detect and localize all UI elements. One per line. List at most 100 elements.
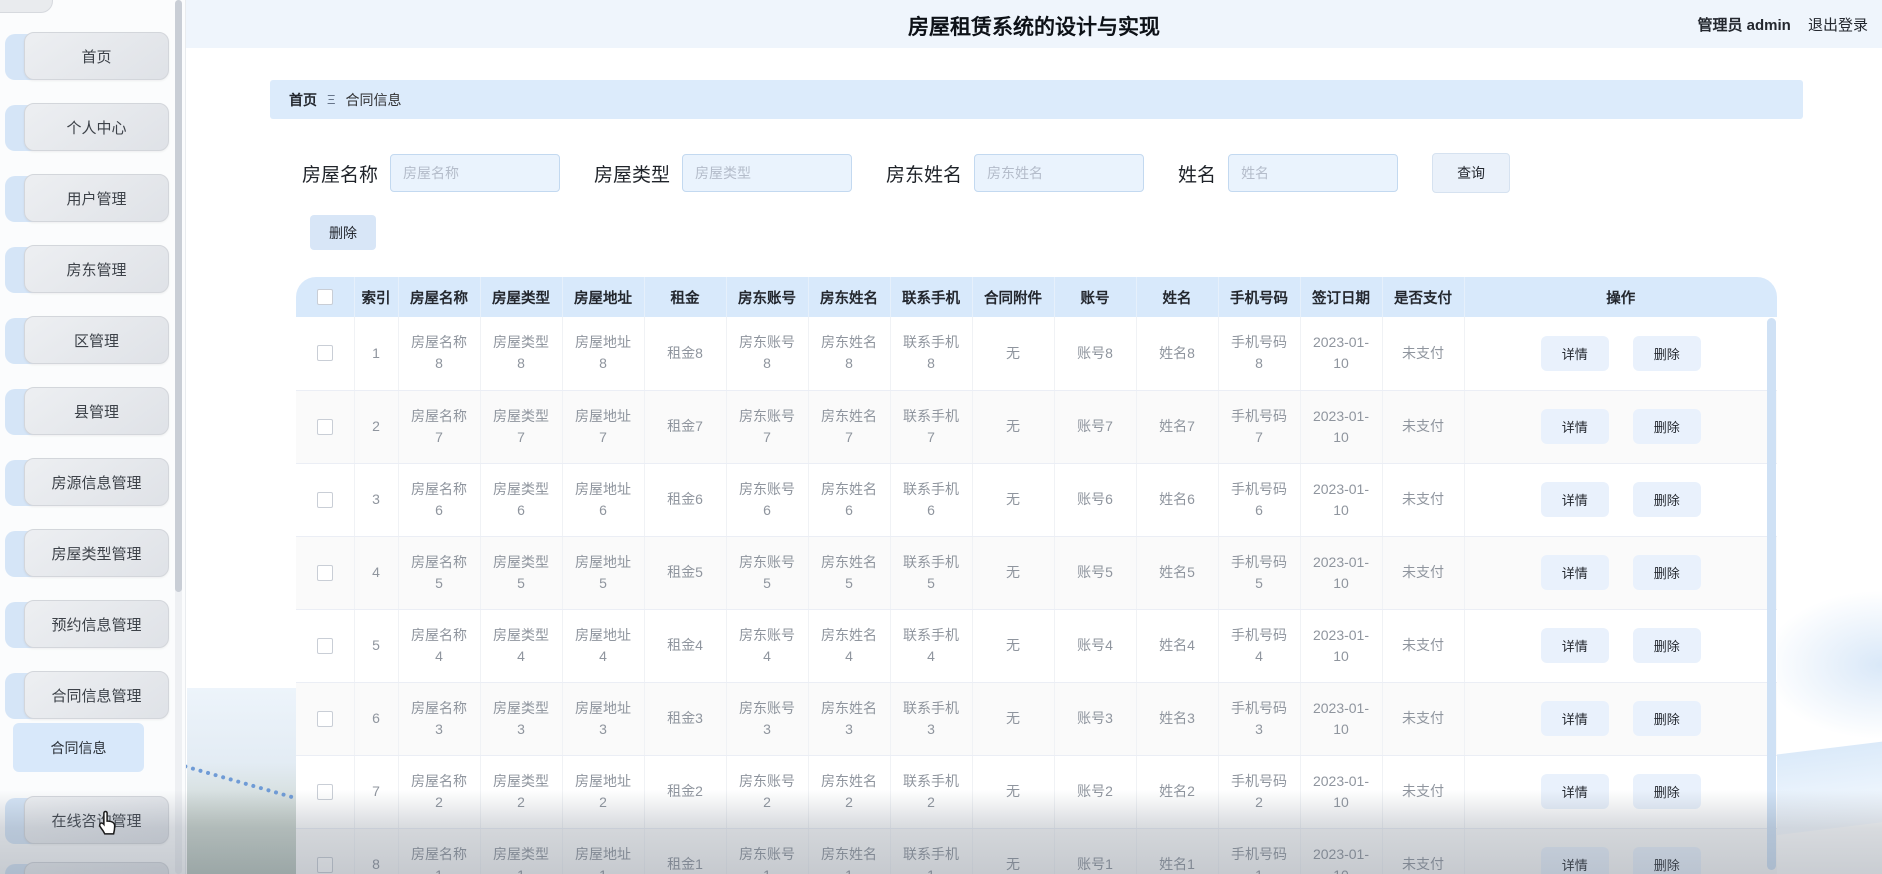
delete-row-button[interactable]: 删除 (1633, 774, 1701, 809)
delete-row-button[interactable]: 删除 (1633, 336, 1701, 371)
sidebar-item[interactable]: 用户管理 (24, 174, 169, 222)
table-cell: 联系手机5 (890, 536, 972, 609)
sidebar: 首页个人中心用户管理房东管理区管理县管理房源信息管理房屋类型管理预约信息管理合同… (0, 0, 186, 874)
detail-button[interactable]: 详情 (1541, 555, 1609, 590)
filter-input[interactable] (390, 154, 560, 192)
table-cell: 账号2 (1054, 755, 1136, 828)
table-cell: 手机号码3 (1218, 682, 1300, 755)
table-cell: 房屋类型1 (480, 828, 562, 874)
select-all-checkbox[interactable] (317, 289, 333, 305)
table-cell: 房屋名称4 (398, 609, 480, 682)
sidebar-subitem-active[interactable]: 合同信息 (13, 723, 144, 772)
sidebar-item[interactable]: 在线咨询管理 (24, 796, 169, 844)
sidebar-item-label: 在线咨询管理 (24, 796, 169, 844)
row-select-checkbox[interactable] (317, 638, 333, 654)
sidebar-item-label: 合同信息管理 (24, 671, 169, 719)
delete-row-button[interactable]: 删除 (1633, 847, 1701, 874)
delete-row-button[interactable]: 删除 (1633, 701, 1701, 736)
detail-button[interactable]: 详情 (1541, 482, 1609, 517)
table-cell: 房屋名称7 (398, 390, 480, 463)
row-select-checkbox[interactable] (317, 492, 333, 508)
table-row: 2房屋名称7房屋类型7房屋地址7租金7房东账号7房东姓名7联系手机7无账号7姓名… (296, 390, 1777, 463)
table-cell: 房屋名称3 (398, 682, 480, 755)
row-select-checkbox[interactable] (317, 565, 333, 581)
table-scrollbar-thumb[interactable] (1767, 318, 1776, 870)
row-actions-cell: 详情删除 (1464, 536, 1777, 609)
contracts-table: 索引房屋名称房屋类型房屋地址租金房东账号房东姓名联系手机合同附件账号姓名手机号码… (296, 277, 1777, 874)
filter-input[interactable] (1228, 154, 1398, 192)
filter-field: 房东姓名 (886, 154, 1144, 192)
sidebar-item[interactable]: 合同信息管理 (24, 671, 169, 719)
sidebar-item[interactable]: 个人中心 (24, 103, 169, 151)
detail-button[interactable]: 详情 (1541, 409, 1609, 444)
table-cell: 联系手机3 (890, 682, 972, 755)
table-cell: 2023-01-10 (1300, 682, 1382, 755)
delete-row-button[interactable]: 删除 (1633, 482, 1701, 517)
row-select-checkbox[interactable] (317, 784, 333, 800)
table-cell: 1 (354, 317, 398, 390)
table-cell: 租金7 (644, 390, 726, 463)
breadcrumb-separator-icon: Ξ (327, 92, 335, 107)
row-select-checkbox[interactable] (317, 711, 333, 727)
detail-button[interactable]: 详情 (1541, 336, 1609, 371)
row-actions-cell: 详情删除 (1464, 682, 1777, 755)
table-cell: 姓名3 (1136, 682, 1218, 755)
table-cell: 姓名1 (1136, 828, 1218, 874)
sidebar-item[interactable]: 区管理 (24, 316, 169, 364)
row-select-checkbox[interactable] (317, 419, 333, 435)
sidebar-item-label: 房源信息管理 (24, 458, 169, 506)
filter-input[interactable] (974, 154, 1144, 192)
filter-input[interactable] (682, 154, 852, 192)
table-cell: 房东账号2 (726, 755, 808, 828)
breadcrumb: 首页 Ξ 合同信息 (270, 80, 1803, 119)
breadcrumb-current: 合同信息 (345, 90, 401, 110)
table-cell: 房东账号5 (726, 536, 808, 609)
table-cell: 未支付 (1382, 463, 1464, 536)
table-cell: 2023-01-10 (1300, 390, 1382, 463)
search-button[interactable]: 查询 (1432, 153, 1510, 193)
table-cell: 2023-01-10 (1300, 609, 1382, 682)
table-header-row: 索引房屋名称房屋类型房屋地址租金房东账号房东姓名联系手机合同附件账号姓名手机号码… (296, 277, 1777, 317)
table-cell: 房屋类型5 (480, 536, 562, 609)
sidebar-item[interactable]: 预约信息管理 (24, 600, 169, 648)
detail-button[interactable]: 详情 (1541, 847, 1609, 874)
sidebar-item-label (24, 862, 169, 874)
delete-row-button[interactable]: 删除 (1633, 555, 1701, 590)
row-select-cell (296, 755, 354, 828)
filter-bar: 房屋名称房屋类型房东姓名姓名查询 (302, 153, 1510, 193)
logout-link[interactable]: 退出登录 (1808, 17, 1868, 34)
table-cell: 2023-01-10 (1300, 828, 1382, 874)
delete-row-button[interactable]: 删除 (1633, 628, 1701, 663)
row-actions-cell: 详情删除 (1464, 463, 1777, 536)
table-cell: 房东账号4 (726, 609, 808, 682)
table-cell: 无 (972, 390, 1054, 463)
row-select-checkbox[interactable] (317, 345, 333, 361)
table-header-cell: 账号 (1054, 277, 1136, 317)
sidebar-item[interactable]: 房屋类型管理 (24, 529, 169, 577)
sidebar-item[interactable]: 房源信息管理 (24, 458, 169, 506)
sidebar-item[interactable]: 首页 (24, 32, 169, 80)
sidebar-item[interactable]: 县管理 (24, 387, 169, 435)
table-cell: 联系手机4 (890, 609, 972, 682)
breadcrumb-home[interactable]: 首页 (289, 90, 317, 110)
detail-button[interactable]: 详情 (1541, 628, 1609, 663)
table-cell: 房屋名称8 (398, 317, 480, 390)
table-cell: 租金4 (644, 609, 726, 682)
table-cell: 账号1 (1054, 828, 1136, 874)
row-select-checkbox[interactable] (317, 857, 333, 873)
delete-row-button[interactable]: 删除 (1633, 409, 1701, 444)
detail-button[interactable]: 详情 (1541, 701, 1609, 736)
table-cell: 无 (972, 682, 1054, 755)
table-cell: 联系手机8 (890, 317, 972, 390)
batch-delete-button[interactable]: 删除 (310, 215, 376, 250)
sidebar-item[interactable]: 房东管理 (24, 245, 169, 293)
detail-button[interactable]: 详情 (1541, 774, 1609, 809)
table-header-cell: 姓名 (1136, 277, 1218, 317)
sidebar-item-partially-visible[interactable] (24, 862, 169, 874)
filter-label: 姓名 (1178, 160, 1216, 187)
table-cell: 房屋名称5 (398, 536, 480, 609)
table-header-cell: 索引 (354, 277, 398, 317)
table-cell: 联系手机6 (890, 463, 972, 536)
sidebar-scrollbar-thumb[interactable] (175, 0, 182, 592)
table-cell: 房东姓名2 (808, 755, 890, 828)
